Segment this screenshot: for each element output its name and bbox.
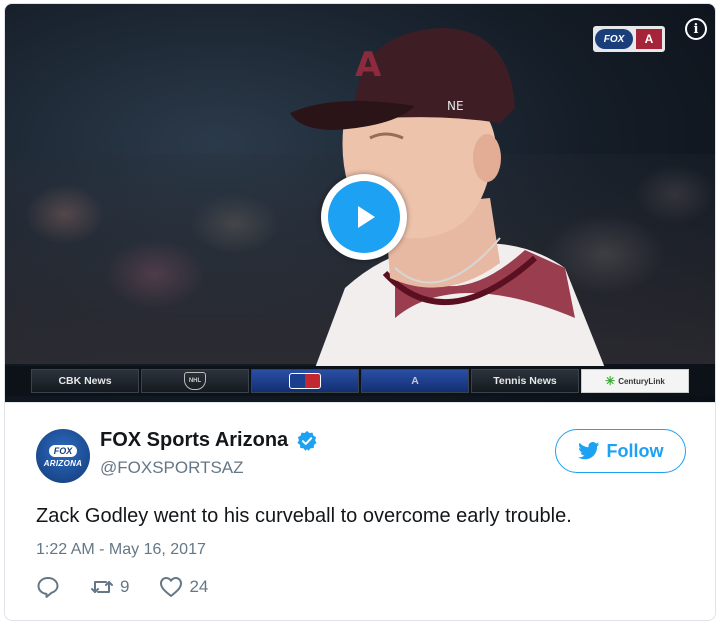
twitter-bird-icon [577, 442, 599, 460]
heart-icon [160, 577, 183, 597]
avatar-arizona-text: ARIZONA [43, 458, 83, 468]
mlb-logo-icon [289, 373, 321, 389]
ticker-item-nhl: NHL [141, 369, 249, 393]
nhl-logo-icon: NHL [184, 372, 206, 390]
tweet-body: FOX ARIZONA FOX Sports Arizona @FOXSPORT… [5, 402, 715, 620]
ticker-item-sponsor: ✳ CenturyLink [581, 369, 689, 393]
display-name[interactable]: FOX Sports Arizona [100, 429, 318, 452]
tweet-text: Zack Godley went to his curveball to ove… [36, 505, 572, 527]
ticker-item-tennis: Tennis News [471, 369, 579, 393]
avatar[interactable]: FOX ARIZONA [36, 429, 90, 483]
score-ticker: CBK News NHL A Tennis News ✳ CenturyLink [5, 366, 715, 396]
verified-badge-icon [297, 430, 317, 451]
network-logo-bug: FOX A [593, 26, 665, 52]
tweet-actions: 9 24 [36, 575, 238, 599]
user-handle[interactable]: @FOXSPORTSAZ [100, 458, 244, 478]
retweet-icon [91, 581, 113, 593]
svg-text:A: A [355, 45, 382, 85]
like-button[interactable]: 24 [159, 575, 208, 599]
follow-label: Follow [606, 440, 664, 461]
reply-button[interactable] [36, 575, 60, 599]
dbacks-ticker-icon: A [411, 375, 419, 387]
reply-icon [37, 577, 59, 598]
retweet-count: 9 [120, 577, 130, 596]
display-name-text: FOX Sports Arizona [100, 429, 289, 451]
fox-sports-logo: FOX [595, 29, 633, 49]
svg-text:NE: NE [447, 99, 464, 113]
tweet-timestamp[interactable]: 1:22 AM - May 16, 2017 [36, 541, 206, 559]
like-count: 24 [189, 577, 209, 596]
ticker-item-cbk: CBK News [31, 369, 139, 393]
play-button[interactable] [321, 174, 407, 260]
info-icon[interactable]: i [685, 18, 707, 40]
ticker-item-dbacks: A [361, 369, 469, 393]
centurylink-icon: ✳ [605, 374, 616, 388]
embedded-tweet-card: A NE FOX A i CBK News NHL A Tennis News … [4, 3, 716, 621]
play-icon [328, 181, 400, 253]
ticker-item-mlb [251, 369, 359, 393]
avatar-fox-text: FOX [48, 444, 78, 457]
retweet-button[interactable]: 9 [90, 575, 129, 599]
follow-button[interactable]: Follow [555, 429, 686, 473]
dbacks-logo: A [636, 29, 662, 49]
video-player[interactable]: A NE FOX A i CBK News NHL A Tennis News … [5, 4, 715, 402]
